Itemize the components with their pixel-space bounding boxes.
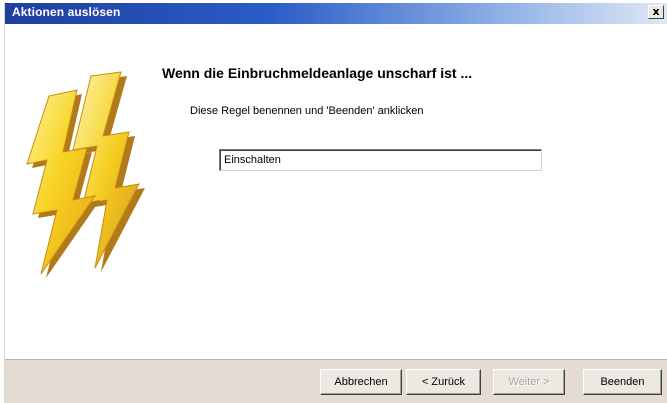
wizard-window: Aktionen auslösen x Wenn die Einbruchmel…: [4, 3, 667, 403]
rule-name-input[interactable]: [219, 149, 542, 171]
cancel-button[interactable]: Abbrechen: [320, 369, 402, 395]
close-button[interactable]: x: [648, 5, 664, 19]
window-title: Aktionen auslösen: [12, 5, 121, 19]
lightning-bolts-icon: [26, 71, 145, 278]
button-bar: Abbrechen < Zurück Weiter > Beenden: [5, 359, 667, 403]
finish-button[interactable]: Beenden: [583, 369, 662, 395]
instruction-text: Diese Regel benennen und 'Beenden' ankli…: [190, 105, 424, 117]
title-bar[interactable]: Aktionen auslösen x: [5, 3, 667, 24]
next-button[interactable]: Weiter >: [493, 369, 565, 395]
page-heading: Wenn die Einbruchmeldeanlage unscharf is…: [162, 65, 473, 81]
back-button[interactable]: < Zurück: [406, 369, 481, 395]
